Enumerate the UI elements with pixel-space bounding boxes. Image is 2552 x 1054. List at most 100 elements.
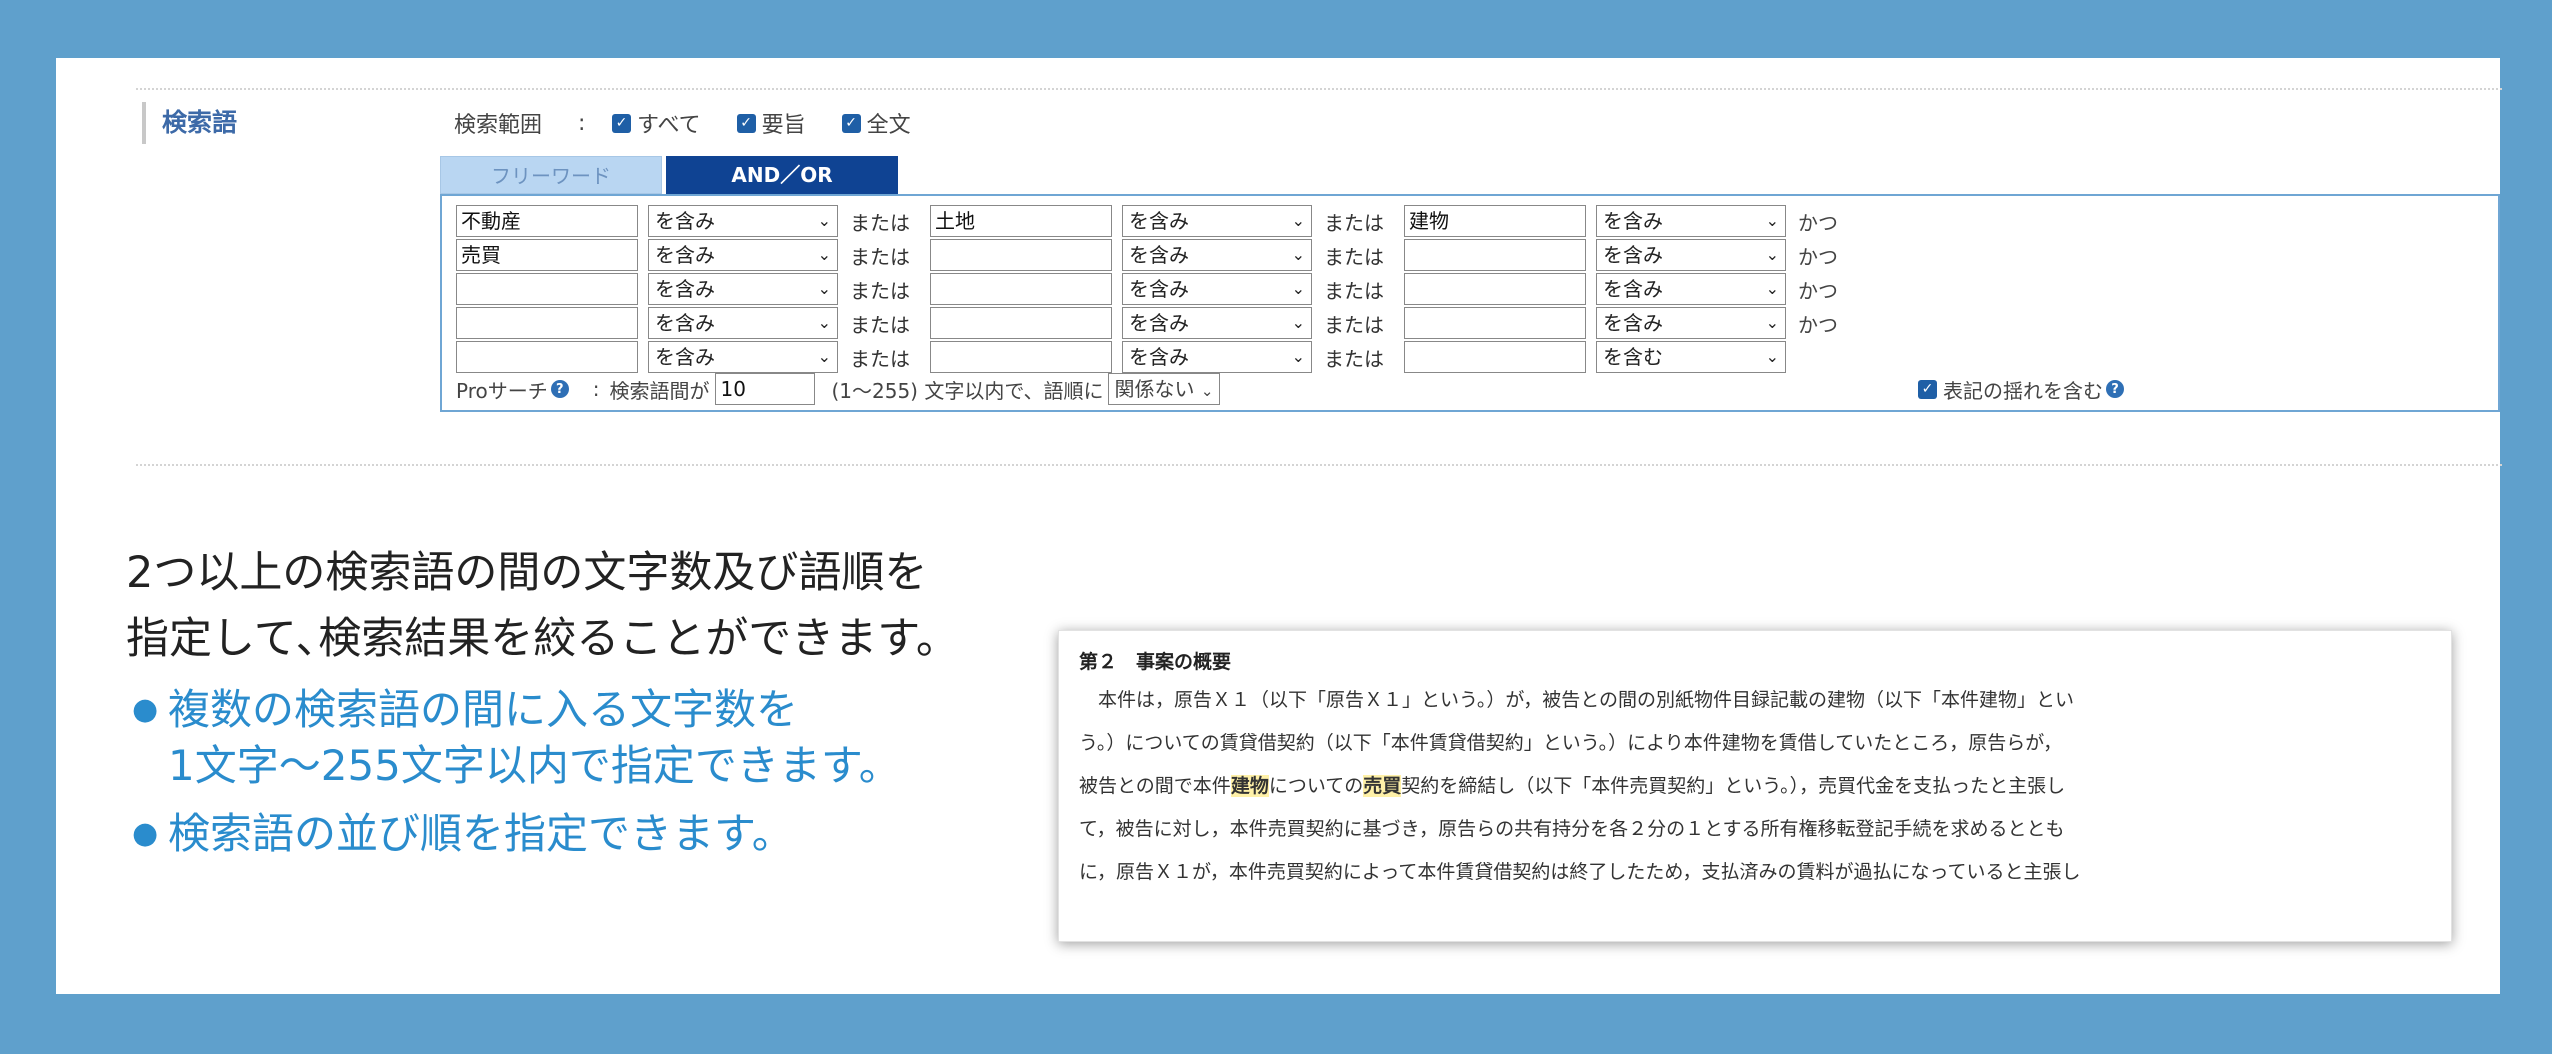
condition-select[interactable]: を含み ⌄ — [1596, 239, 1786, 271]
keyword-input[interactable] — [930, 341, 1112, 373]
keyword-input[interactable] — [930, 239, 1112, 271]
scope-fulltext-checkbox[interactable]: ✓ 全文 — [841, 107, 911, 139]
condition-select[interactable]: を含み ⌄ — [1122, 205, 1312, 237]
keyword-input[interactable] — [1404, 273, 1586, 305]
or-connector: または — [1324, 210, 1384, 235]
tab-free-word[interactable]: フリーワード — [440, 156, 662, 194]
keyword-input[interactable] — [1404, 307, 1586, 339]
distance-input[interactable]: 10 — [715, 373, 816, 405]
condition-select[interactable]: を含み ⌄ — [1122, 273, 1312, 305]
keyword-input[interactable] — [930, 273, 1112, 305]
keyword-input[interactable] — [456, 307, 638, 339]
chevron-down-icon: ⌄ — [1200, 382, 1214, 400]
or-connector: または — [1324, 346, 1384, 371]
condition-select[interactable]: を含み ⌄ — [1122, 307, 1312, 339]
pro-search-label: Proサーチ — [456, 378, 548, 403]
condition-row: 不動産 を含み ⌄ または 土地 を含み ⌄ または 建物 を含み ⌄ かつ — [456, 204, 1838, 238]
scope-label: 検索範囲 — [454, 113, 543, 138]
condition-select[interactable]: を含み ⌄ — [1596, 307, 1786, 339]
highlight-term: 建物 — [1230, 775, 1269, 797]
bottom-divider — [136, 464, 2502, 466]
condition-select[interactable]: を含み ⌄ — [1122, 341, 1312, 373]
chevron-down-icon: ⌄ — [817, 245, 831, 264]
feature-item: ● 複数の検索語の間に入る文字数を 1文字〜255文字以内で指定できます。 — [132, 682, 901, 794]
chevron-down-icon: ⌄ — [1765, 245, 1779, 264]
and-connector: かつ — [1798, 312, 1838, 337]
description: 2つ以上の検索語の間の文字数及び語順を 指定して､検索結果を絞ることができます。 — [126, 540, 959, 672]
search-scope: 検索範囲 : ✓ すべて ✓ 要旨 ✓ 全文 — [454, 106, 947, 140]
or-connector: または — [850, 312, 910, 337]
variant-label: 表記の揺れを含む — [1943, 378, 2103, 403]
feature-list: ● 複数の検索語の間に入る文字数を 1文字〜255文字以内で指定できます。 ● … — [132, 682, 901, 874]
description-line: 2つ以上の検索語の間の文字数及び語順を — [126, 548, 928, 598]
and-connector: かつ — [1798, 278, 1838, 303]
condition-select[interactable]: を含み ⌄ — [648, 205, 838, 237]
condition-select[interactable]: を含む ⌄ — [1596, 341, 1786, 373]
scope-all-checkbox[interactable]: ✓ すべて — [612, 107, 701, 139]
checkbox-checked-icon: ✓ — [612, 113, 631, 133]
keyword-input[interactable] — [456, 273, 638, 305]
excerpt-line: 本件は，原告Ｘ１（以下「原告Ｘ１」という。）が，被告との間の別紙物件目録記載の建… — [1098, 689, 2075, 711]
condition-select[interactable]: を含み ⌄ — [1122, 239, 1312, 271]
variant-checkbox[interactable]: ✓ 表記の揺れを含む ? — [1918, 372, 2124, 406]
or-connector: または — [850, 244, 910, 269]
checkbox-checked-icon: ✓ — [841, 113, 861, 133]
condition-select[interactable]: を含み ⌄ — [648, 341, 838, 373]
or-connector: または — [850, 278, 910, 303]
or-connector: または — [850, 346, 910, 371]
chevron-down-icon: ⌄ — [817, 347, 831, 366]
condition-select[interactable]: を含み ⌄ — [648, 239, 838, 271]
checkbox-checked-icon: ✓ — [1918, 379, 1937, 399]
keyword-input[interactable]: 不動産 — [456, 205, 638, 237]
and-or-form: 不動産 を含み ⌄ または 土地 を含み ⌄ または 建物 を含み ⌄ かつ 売買 を含み ⌄ または を含み ⌄… — [440, 194, 2500, 412]
keyword-input[interactable]: 土地 — [930, 205, 1112, 237]
keyword-input[interactable] — [930, 307, 1112, 339]
help-icon[interactable]: ? — [550, 380, 569, 398]
word-order-select[interactable]: 関係ない ⌄ — [1107, 373, 1221, 405]
tab-and-or[interactable]: AND／OR — [666, 156, 898, 194]
or-connector: または — [850, 210, 910, 235]
bullet-dot-icon: ● — [132, 692, 159, 727]
bullet-dot-icon: ● — [132, 816, 159, 851]
and-connector: かつ — [1798, 210, 1838, 235]
scope-summary-checkbox[interactable]: ✓ 要旨 — [736, 107, 806, 139]
keyword-input[interactable] — [1404, 239, 1586, 271]
search-mode-tabs: フリーワード AND／OR — [440, 156, 898, 194]
top-divider — [136, 88, 2502, 90]
distance-label: 検索語間が — [609, 378, 710, 403]
chevron-down-icon: ⌄ — [1291, 245, 1305, 264]
content-panel: 検索語 検索範囲 : ✓ すべて ✓ 要旨 ✓ 全文 フリーワード AND／OR 不動… — [56, 58, 2502, 994]
chevron-down-icon: ⌄ — [1765, 211, 1779, 230]
description-line: 指定して､検索結果を絞ることができます。 — [126, 614, 959, 664]
highlight-term: 売買 — [1363, 775, 1402, 797]
chevron-down-icon: ⌄ — [1291, 279, 1305, 298]
pro-search-colon: : — [592, 377, 600, 401]
excerpt-line: に，原告Ｘ１が，本件売買契約によって本件賃貸借契約は終了したため，支払済みの賃料… — [1079, 861, 2081, 883]
condition-select[interactable]: を含み ⌄ — [1596, 273, 1786, 305]
and-connector: かつ — [1798, 244, 1838, 269]
keyword-input[interactable]: 売買 — [456, 239, 638, 271]
condition-select[interactable]: を含み ⌄ — [648, 307, 838, 339]
result-excerpt: 第２ 事案の概要 本件は，原告Ｘ１（以下「原告Ｘ１」という。）が，被告との間の別… — [1058, 630, 2452, 942]
or-connector: または — [1324, 244, 1384, 269]
or-connector: または — [1324, 278, 1384, 303]
condition-row: を含み ⌄ または を含み ⌄ または を含み ⌄ かつ — [456, 306, 1838, 340]
feature-item: ● 検索語の並び順を指定できます。 — [132, 806, 901, 862]
help-icon[interactable]: ? — [2106, 380, 2124, 398]
condition-select[interactable]: を含み ⌄ — [648, 273, 838, 305]
chevron-down-icon: ⌄ — [1765, 347, 1779, 366]
checkbox-checked-icon: ✓ — [736, 113, 756, 133]
keyword-input[interactable] — [1404, 341, 1586, 373]
excerpt-line: て，被告に対し，本件売買契約に基づき，原告らの共有持分を各２分の１とする所有権移… — [1079, 818, 2065, 840]
chevron-down-icon: ⌄ — [817, 313, 831, 332]
chevron-down-icon: ⌄ — [1765, 313, 1779, 332]
keyword-input[interactable] — [456, 341, 638, 373]
keyword-input[interactable]: 建物 — [1404, 205, 1586, 237]
chevron-down-icon: ⌄ — [1291, 313, 1305, 332]
excerpt-line: う。）についての賃貸借契約（以下「本件賃貸借契約」という。）により本件建物を賃借… — [1079, 732, 2063, 754]
condition-select[interactable]: を含み ⌄ — [1596, 205, 1786, 237]
condition-row: を含み ⌄ または を含み ⌄ または を含み ⌄ かつ — [456, 272, 1838, 306]
search-term-label: 検索語 — [142, 102, 237, 144]
scope-colon: : — [578, 110, 586, 136]
chevron-down-icon: ⌄ — [817, 211, 831, 230]
